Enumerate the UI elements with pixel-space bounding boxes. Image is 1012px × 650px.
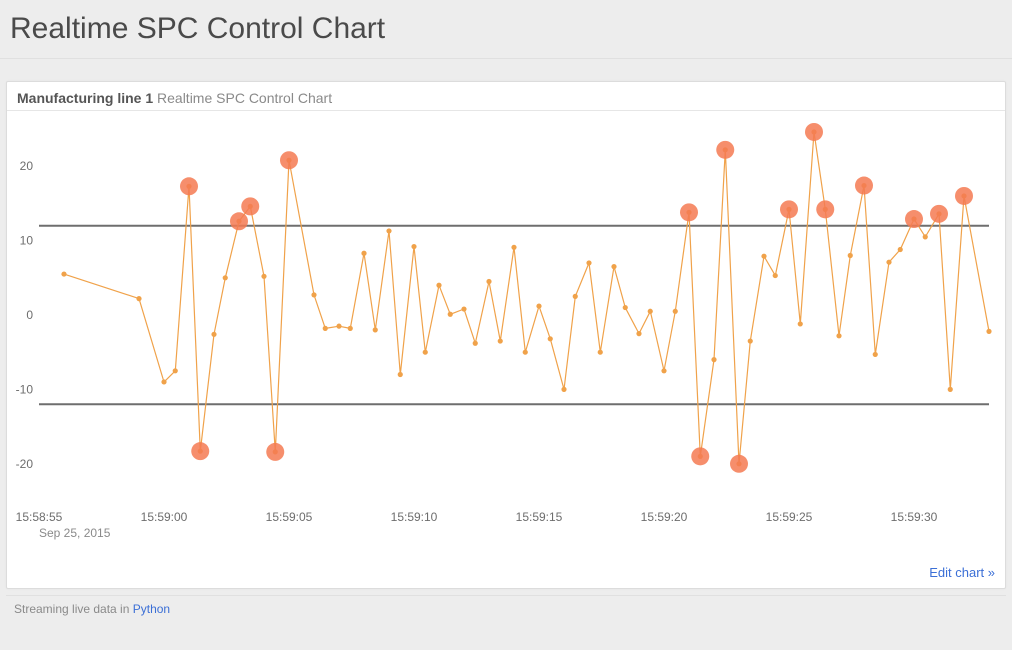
svg-text:15:59:30: 15:59:30	[891, 510, 938, 524]
svg-text:15:59:20: 15:59:20	[641, 510, 688, 524]
edit-row: Edit chart »	[7, 561, 1005, 588]
edit-chart-link[interactable]: Edit chart »	[929, 565, 995, 580]
page-header: Realtime SPC Control Chart	[0, 0, 1012, 59]
chart-panel: Manufacturing line 1 Realtime SPC Contro…	[6, 81, 1006, 589]
svg-text:10: 10	[20, 234, 34, 248]
svg-text:15:59:00: 15:59:00	[141, 510, 188, 524]
manufacturing-line-label: Manufacturing line 1	[17, 90, 153, 106]
python-link[interactable]: Python	[133, 602, 170, 616]
svg-text:15:59:05: 15:59:05	[266, 510, 313, 524]
chart-area[interactable]: -20 -10 0 10 20 15:58:55 Sep 25, 2015 15:59:00 1…	[7, 110, 1005, 561]
panel-title: Manufacturing line 1 Realtime SPC Contro…	[7, 82, 1005, 110]
svg-text:15:59:25: 15:59:25	[766, 510, 813, 524]
svg-text:20: 20	[20, 159, 34, 173]
svg-text:-20: -20	[16, 457, 34, 471]
svg-text:-10: -10	[16, 382, 34, 396]
svg-text:Sep 25, 2015: Sep 25, 2015	[39, 526, 111, 540]
svg-text:15:59:15: 15:59:15	[516, 510, 563, 524]
svg-text:15:59:10: 15:59:10	[391, 510, 438, 524]
streaming-footer: Streaming live data in Python	[6, 595, 1006, 622]
streaming-text: Streaming live data in	[14, 602, 133, 616]
svg-text:0: 0	[26, 308, 33, 322]
page-title: Realtime SPC Control Chart	[10, 12, 1002, 46]
spc-chart-svg: -20 -10 0 10 20 15:58:55 Sep 25, 2015 15:59:00 1…	[7, 111, 1007, 561]
panel-subtitle: Realtime SPC Control Chart	[157, 90, 332, 106]
svg-text:15:58:55: 15:58:55	[16, 510, 63, 524]
